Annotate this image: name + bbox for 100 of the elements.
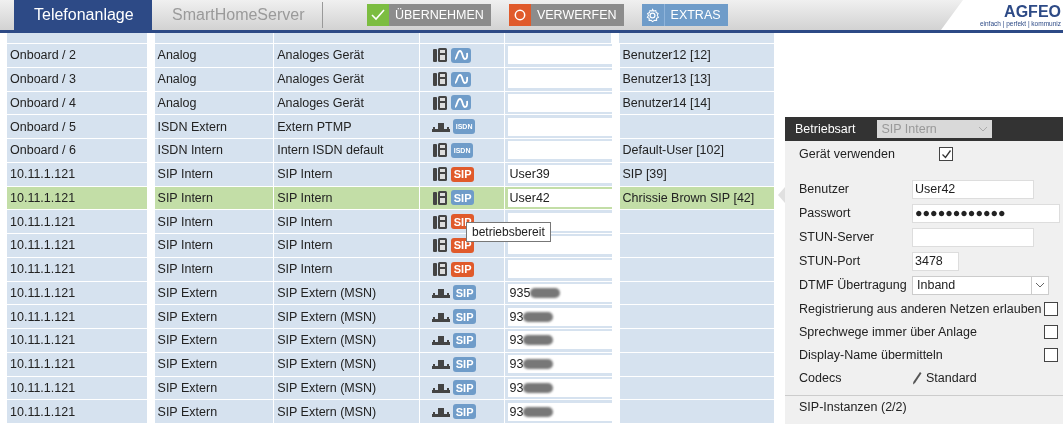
type-cell: SIP Extern bbox=[157, 285, 218, 300]
number-field[interactable]: 93 bbox=[507, 378, 612, 397]
status-badge: SIP bbox=[450, 261, 475, 277]
type-cell: Analog bbox=[157, 72, 197, 87]
profile-cell: SIP Extern (MSN) bbox=[277, 285, 377, 300]
network-box-icon bbox=[431, 335, 450, 346]
status-badge: SIP bbox=[452, 309, 477, 325]
input-field[interactable]: User42 bbox=[912, 179, 1034, 199]
table-row[interactable]: 10.11.1.121 SIP Intern SIP Intern SIP User39 SIP [39] bbox=[7, 162, 775, 186]
table-row[interactable]: 10.11.1.121 SIP Extern SIP Extern (MSN) SIP 93 bbox=[7, 329, 775, 352]
profile-cell: SIP Extern (MSN) bbox=[277, 404, 377, 419]
type-cell: SIP Extern bbox=[157, 404, 218, 419]
table-row[interactable]: 10.11.1.121 SIP Extern SIP Extern (MSN) SIP 935 bbox=[7, 281, 775, 305]
table-row[interactable]: Onboard / 4 Analog Analoges Gerät Benutzer14 [14] bbox=[7, 91, 775, 115]
port-cell: 10.11.1.121 bbox=[10, 333, 76, 348]
type-cell: Analog bbox=[157, 95, 197, 110]
codec-value: Standard bbox=[926, 371, 977, 385]
checkbox[interactable] bbox=[939, 147, 953, 161]
profile-cell: SIP Intern bbox=[277, 238, 333, 253]
phone-icon bbox=[431, 166, 448, 183]
number-field[interactable]: 93 bbox=[507, 307, 612, 326]
port-cell: Onboard / 3 bbox=[10, 72, 76, 87]
profile-cell: Intern ISDN default bbox=[277, 143, 384, 158]
number-field[interactable] bbox=[507, 70, 612, 89]
type-cell: SIP Extern bbox=[157, 357, 218, 372]
number-field[interactable] bbox=[507, 93, 612, 112]
number-field[interactable]: 93 bbox=[507, 355, 612, 374]
phone-icon bbox=[431, 142, 448, 159]
profile-cell: Analoges Gerät bbox=[277, 48, 365, 63]
port-cell: Onboard / 6 bbox=[10, 143, 76, 158]
input-field[interactable] bbox=[912, 227, 1034, 247]
status-badge: SIP bbox=[452, 380, 477, 396]
table-row[interactable]: 10.11.1.121 SIP Intern SIP Intern SIP User42 Chrissie Brown SIP [42] bbox=[7, 186, 775, 210]
profile-cell: SIP Extern (MSN) bbox=[277, 333, 377, 348]
network-box-icon bbox=[431, 121, 450, 132]
phone-icon bbox=[431, 47, 448, 64]
port-cell: 10.11.1.121 bbox=[10, 357, 76, 372]
table-row[interactable]: 10.11.1.121 SIP Intern SIP Intern SIP bbox=[7, 257, 775, 281]
type-cell: SIP Intern bbox=[157, 238, 213, 253]
type-cell: SIP Intern bbox=[157, 167, 213, 182]
status-badge: SIP bbox=[452, 356, 477, 372]
field-label: STUN-Port bbox=[799, 254, 862, 268]
table-row[interactable]: Onboard / 3 Analog Analoges Gerät Benutzer13 [13] bbox=[7, 67, 775, 91]
port-cell: 10.11.1.121 bbox=[10, 167, 76, 182]
type-cell: SIP Extern bbox=[157, 380, 218, 395]
table-row[interactable]: 10.11.1.121 SIP Extern SIP Extern (MSN) SIP 93 bbox=[7, 352, 775, 376]
field-label: Registrierung aus anderen Netzen erlauben bbox=[799, 301, 1043, 316]
port-cell: 10.11.1.121 bbox=[10, 285, 76, 300]
user-cell: Chrissie Brown SIP [42] bbox=[622, 190, 755, 205]
phone-icon bbox=[431, 189, 448, 206]
status-badge: SIP bbox=[450, 166, 475, 182]
port-cell: 10.11.1.121 bbox=[10, 380, 76, 395]
field-label: Sprechwege immer über Anlage bbox=[799, 324, 978, 339]
type-cell: SIP Intern bbox=[157, 214, 213, 229]
port-cell: 10.11.1.121 bbox=[10, 238, 76, 253]
profile-cell: SIP Extern (MSN) bbox=[277, 309, 377, 324]
profile-cell: Extern PTMP bbox=[277, 119, 352, 134]
number-field[interactable] bbox=[507, 46, 612, 65]
field-label: Codecs bbox=[799, 371, 843, 385]
pencil-icon[interactable] bbox=[912, 371, 922, 385]
field-label: DTMF Übertragung bbox=[799, 278, 908, 292]
phone-icon bbox=[431, 71, 448, 88]
user-cell: Benutzer13 [13] bbox=[622, 72, 711, 87]
user-cell: Benutzer12 [12] bbox=[622, 48, 711, 63]
dropdown[interactable]: Inband bbox=[912, 275, 1049, 295]
table-row[interactable]: 10.11.1.121 SIP Extern SIP Extern (MSN) SIP 93 bbox=[7, 305, 775, 328]
section-title: SIP-Instanzen (2/2) bbox=[799, 400, 908, 416]
field-label: Passwort bbox=[799, 206, 852, 220]
number-field[interactable] bbox=[507, 260, 612, 279]
table-row[interactable]: 10.11.1.121 SIP Extern SIP Extern (MSN) SIP 93 bbox=[7, 376, 775, 400]
checkbox[interactable] bbox=[1044, 347, 1058, 362]
settings-icon bbox=[645, 7, 661, 23]
number-field[interactable]: 93 bbox=[507, 331, 612, 350]
network-box-icon bbox=[431, 287, 450, 298]
number-field[interactable]: 93 bbox=[507, 402, 612, 421]
status-badge: SIP bbox=[450, 190, 475, 206]
profile-cell: Analoges Gerät bbox=[277, 95, 365, 110]
port-cell: Onboard / 5 bbox=[10, 119, 76, 134]
field-label: Display-Name übermitteln bbox=[799, 347, 944, 362]
user-cell: Benutzer14 [14] bbox=[622, 95, 711, 110]
password-field[interactable]: ●●●●●●●●●●●● bbox=[912, 203, 1060, 223]
number-field[interactable]: User39 bbox=[507, 165, 612, 184]
network-box-icon bbox=[431, 406, 450, 417]
type-cell: SIP Intern bbox=[157, 262, 213, 277]
callout-pointer bbox=[778, 187, 785, 203]
tab[interactable]: Telefonanlage bbox=[14, 0, 152, 30]
input-field[interactable]: 3478 bbox=[912, 251, 959, 271]
checkbox[interactable] bbox=[1044, 324, 1058, 339]
number-field[interactable]: User42 bbox=[507, 188, 612, 207]
table-row[interactable]: 10.11.1.121 SIP Extern SIP Extern (MSN) SIP 93 bbox=[7, 400, 775, 423]
field-label: Benutzer bbox=[799, 182, 851, 196]
number-field[interactable]: 935 bbox=[507, 283, 612, 302]
checkbox[interactable] bbox=[1044, 301, 1058, 316]
profile-cell: Analoges Gerät bbox=[277, 72, 365, 87]
type-cell: SIP Intern bbox=[157, 190, 213, 205]
port-cell: Onboard / 2 bbox=[10, 48, 76, 63]
number-field[interactable] bbox=[507, 117, 612, 136]
table-row[interactable]: Onboard / 2 Analog Analoges Gerät Benutzer12 [12] bbox=[7, 44, 775, 67]
number-field[interactable] bbox=[507, 141, 612, 160]
port-cell: 10.11.1.121 bbox=[10, 214, 76, 229]
